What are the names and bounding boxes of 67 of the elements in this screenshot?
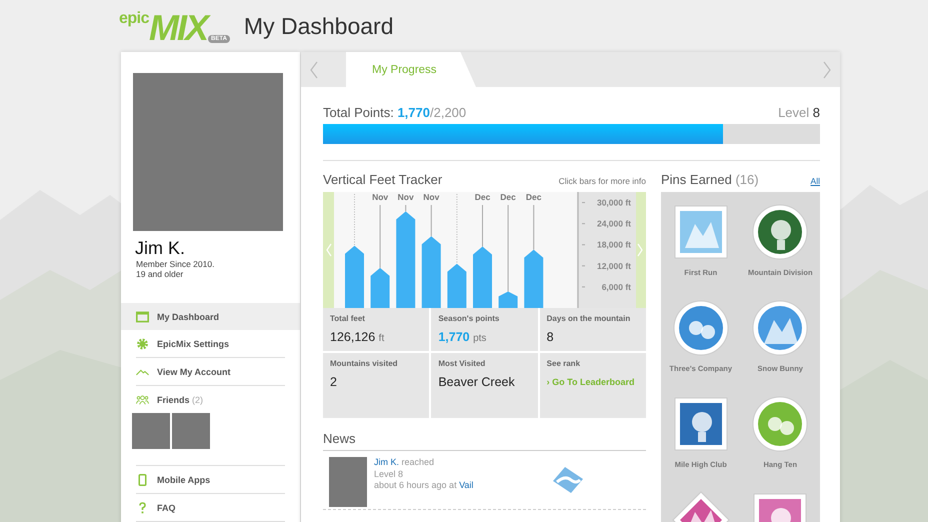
stat-value: 126,126 ft — [330, 330, 386, 344]
stat-value: 8 — [546, 330, 555, 344]
axis-label: Nov — [398, 192, 414, 202]
badge-icon[interactable] — [750, 298, 810, 358]
stat-label: Days on the mountain — [546, 314, 632, 323]
gear-icon — [136, 338, 149, 350]
question-icon — [136, 502, 149, 514]
sidebar-item[interactable]: View My Account — [136, 358, 285, 386]
tick-mark — [582, 244, 586, 246]
section-title: Vertical Feet Tracker — [323, 172, 442, 187]
bar[interactable] — [473, 246, 492, 308]
leader-line — [405, 204, 406, 212]
axis-label: 24,000 ft — [596, 218, 631, 229]
sidebar-item[interactable]: FAQ — [136, 494, 285, 522]
axis-label: 6,000 ft — [602, 282, 631, 292]
hint-text: Click bars for more info — [558, 176, 646, 186]
axis-label: Dec — [526, 192, 542, 202]
stat-value: 2 — [330, 375, 338, 389]
sidebar-item[interactable]: EpicMix Settings — [136, 330, 285, 358]
axis-label: Dec — [500, 192, 516, 202]
stat-label: Total feet — [330, 314, 366, 323]
bar[interactable] — [370, 268, 390, 308]
section-title: Pins Earned (16) — [661, 172, 759, 187]
leader-line — [430, 204, 432, 237]
axis-label: 12,000 ft — [596, 260, 631, 271]
sidebar-item[interactable]: Friends (2) — [136, 386, 285, 413]
stat-value: Beaver Creek — [438, 375, 516, 389]
phone-icon — [136, 474, 149, 486]
axis-label: Nov — [423, 192, 440, 202]
stat-value: 1,770 pts — [438, 330, 488, 344]
leader-line — [533, 204, 534, 250]
sidebar-item[interactable]: Mobile Apps — [136, 466, 285, 494]
member-since: Member Since 2010. — [136, 259, 216, 269]
axis-label: Dec — [474, 192, 490, 202]
leader-line — [380, 204, 381, 268]
resort-logo-icon — [551, 465, 585, 495]
bar[interactable] — [396, 211, 416, 308]
calendar-icon — [136, 310, 149, 322]
news-text: Jim K. reached Level 8 about 6 hours ago at Vail — [374, 457, 474, 492]
leader-line — [482, 204, 483, 247]
leader-line — [354, 194, 355, 246]
stat-label: Mountains visited — [330, 359, 399, 368]
user-name: Jim K. — [135, 238, 186, 259]
tick-mark — [582, 265, 586, 266]
axis-label: Nov — [372, 192, 388, 202]
badge-icon[interactable] — [750, 202, 810, 262]
leader-line — [456, 194, 458, 264]
stat-label: See rank — [546, 359, 582, 368]
bar[interactable] — [345, 246, 364, 308]
stat-label: Season's points — [438, 314, 500, 323]
bar[interactable] — [524, 250, 544, 308]
total-points: Total Points: 1,770/2,200 — [323, 105, 466, 120]
all-link[interactable]: All — [810, 176, 820, 186]
badge-icon[interactable] — [670, 298, 731, 358]
axis-label: 18,000 ft — [596, 240, 631, 250]
avatar-placeholder — [329, 457, 367, 507]
tick-mark — [582, 202, 586, 204]
people-icon — [136, 394, 149, 406]
page-title: My Dashboard — [244, 12, 394, 40]
axis-label: 30,000 ft — [596, 198, 631, 208]
stat-label: Most Visited — [438, 359, 486, 368]
section-title: News — [323, 431, 646, 451]
level-text: Level 8 — [778, 105, 820, 120]
tick-mark — [582, 286, 586, 288]
age-group: 19 and older — [136, 269, 300, 279]
sidebar-item[interactable]: My Dashboard — [121, 303, 300, 330]
tick-mark — [582, 223, 586, 224]
